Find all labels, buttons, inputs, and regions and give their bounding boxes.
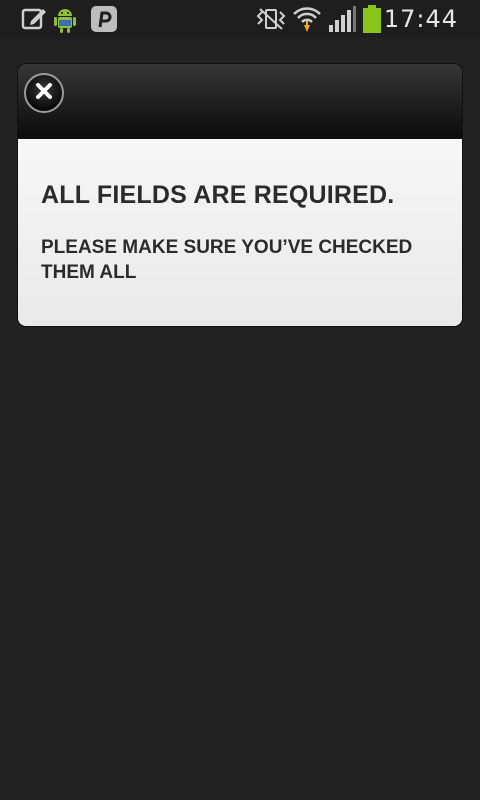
- status-bar: 17:44: [0, 0, 480, 38]
- wifi-icon: [292, 5, 322, 33]
- battery-icon: [361, 5, 383, 33]
- edit-note-icon: [20, 5, 48, 33]
- close-button[interactable]: [24, 73, 64, 113]
- status-clock: 17:44: [383, 5, 458, 33]
- cellular-signal-icon: [327, 5, 357, 33]
- close-icon: [35, 82, 53, 104]
- android-icon: [50, 5, 80, 33]
- dialog-message: PLEASE MAKE SURE YOU’VE CHECKED THEM ALL: [41, 237, 413, 283]
- alert-dialog: ALL FIELDS ARE REQUIRED. PLEASE MAKE SUR…: [18, 64, 462, 326]
- dialog-body: ALL FIELDS ARE REQUIRED. PLEASE MAKE SUR…: [18, 139, 462, 326]
- pinterest-icon: [90, 5, 118, 33]
- dialog-header: [18, 64, 462, 139]
- vibrate-icon: [254, 5, 288, 33]
- dialog-title: ALL FIELDS ARE REQUIRED.: [41, 181, 395, 209]
